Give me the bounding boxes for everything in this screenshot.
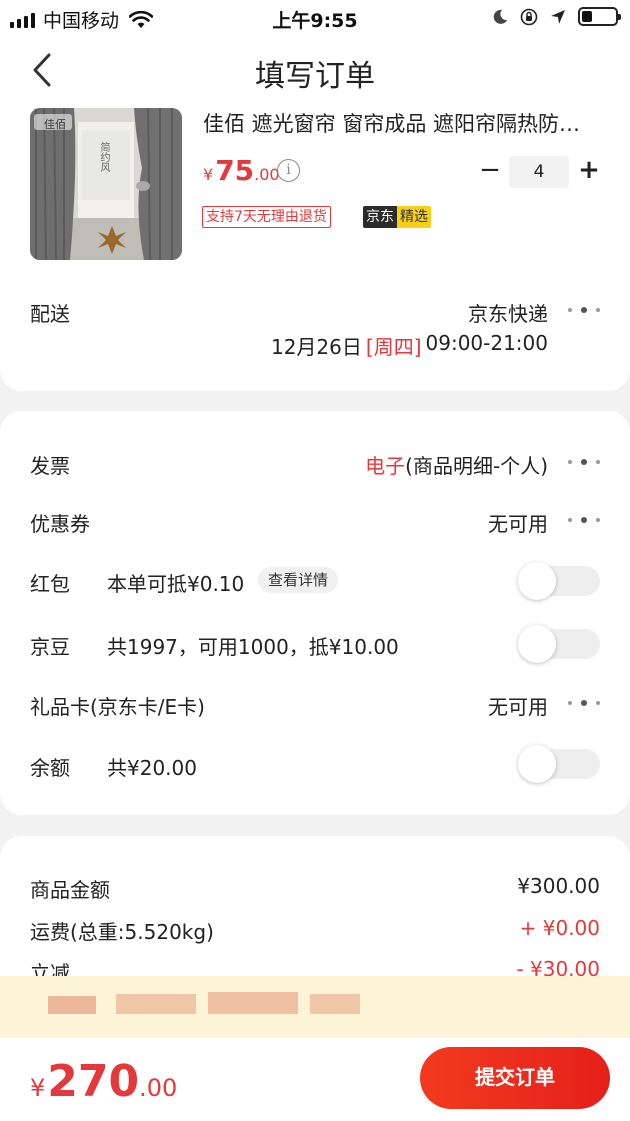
page-title: 填写订单 <box>255 59 375 94</box>
info-icon[interactable]: i <box>277 159 300 182</box>
redpacket-label: 红包 <box>30 572 70 596</box>
jingdou-toggle[interactable] <box>518 625 600 663</box>
total-price: ¥ 270 .00 <box>30 1056 178 1107</box>
giftcard-label: 礼品卡(京东卡/E卡) <box>30 695 205 719</box>
product-name[interactable]: 佳佰 遮光窗帘 窗帘成品 遮阳帘隔热防… <box>203 108 603 138</box>
header: 填写订单 <box>0 34 630 104</box>
coupon-value[interactable]: 无可用 <box>488 508 548 537</box>
shipping-value: + ¥0.00 <box>519 916 600 940</box>
coupon-label: 优惠券 <box>30 512 90 536</box>
location-icon <box>551 9 565 24</box>
jingdou-text: 共1997，可用1000，抵¥10.00 <box>107 635 399 659</box>
jd-selected-tag: 京东 精选 <box>363 206 431 228</box>
redpacket-text: 本单可抵¥0.10 <box>107 572 245 596</box>
obscured-text <box>48 996 96 1014</box>
quantity-input[interactable]: 4 <box>509 156 569 188</box>
battery-icon <box>578 7 621 26</box>
invoice-label: 发票 <box>30 454 70 478</box>
product-card: 佳佰 简约风 佳佰 遮光窗帘 窗帘成品 遮阳帘隔热防… ¥ 75 .00 i −… <box>0 104 630 391</box>
delivery-method[interactable]: 京东快递 <box>468 298 548 327</box>
submit-order-button[interactable]: 提交订单 <box>420 1047 610 1109</box>
delivery-more-icon[interactable] <box>568 305 600 315</box>
image-slogan: 简约风 <box>98 142 109 172</box>
goods-amount-label: 商品金额 <box>30 878 110 902</box>
invoice-more-icon[interactable] <box>568 457 600 467</box>
balance-toggle[interactable] <box>518 745 600 783</box>
return-policy-tag: 支持7天无理由退货 <box>202 206 331 228</box>
status-bar: 中国移动 上午9:55 <box>0 0 630 34</box>
balance-text: 共¥20.00 <box>107 756 197 780</box>
coupon-more-icon[interactable] <box>568 515 600 525</box>
moon-icon <box>493 9 507 24</box>
jingdou-label: 京豆 <box>30 635 70 659</box>
rotation-lock-icon <box>520 8 538 25</box>
quantity-decrease-button[interactable]: − <box>478 157 502 184</box>
giftcard-more-icon[interactable] <box>568 698 600 708</box>
balance-label: 余额 <box>30 756 70 780</box>
notice-banner <box>0 976 630 1038</box>
image-brand-mark: 佳佰 <box>44 118 66 131</box>
delivery-time[interactable]: 12月26日 [周四] 09:00-21:00 <box>271 331 548 360</box>
shipping-label: 运费(总重:5.520kg) <box>30 920 214 944</box>
giftcard-value[interactable]: 无可用 <box>488 691 548 720</box>
checkout-bar: ¥ 270 .00 提交订单 <box>0 1038 630 1121</box>
goods-amount-value: ¥300.00 <box>517 874 600 898</box>
redpacket-toggle[interactable] <box>518 562 600 600</box>
view-details-button[interactable]: 查看详情 <box>258 567 339 593</box>
invoice-value[interactable]: 电子(商品明细-个人) <box>365 450 548 479</box>
payment-options-card: 发票 电子(商品明细-个人) 优惠券 无可用 红包 本单可抵¥0.10 查看详情… <box>0 411 630 815</box>
quantity-increase-button[interactable]: + <box>576 156 602 186</box>
product-image[interactable]: 佳佰 简约风 <box>30 108 182 260</box>
product-price: ¥ 75 .00 <box>203 154 280 187</box>
delivery-label: 配送 <box>30 302 70 326</box>
